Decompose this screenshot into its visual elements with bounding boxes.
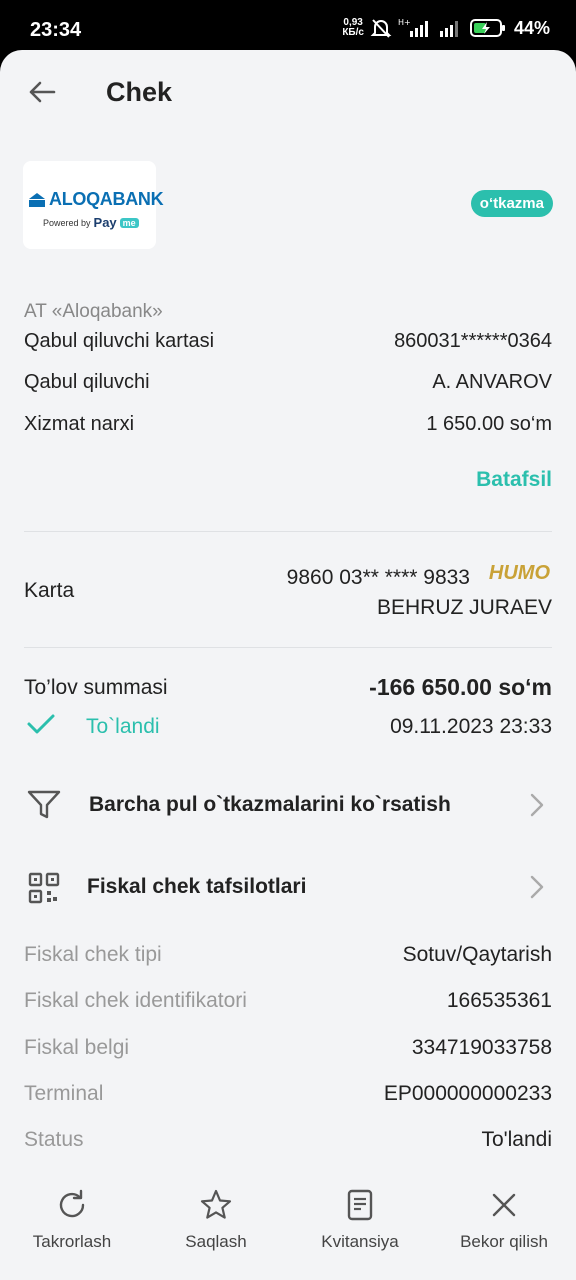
back-button[interactable] (22, 74, 62, 110)
recipient-card-label: Qabul qiluvchi kartasi (24, 330, 215, 352)
recipient-value: A. ANVAROV (432, 371, 552, 393)
chevron-right-icon (530, 793, 544, 817)
fiscal-label: Fiskal belgi (24, 1036, 130, 1059)
receipt-sheet: Chek ALOQABANK Powered by Pay me o‘tkazm… (0, 50, 576, 1280)
filter-icon (27, 790, 61, 819)
humo-logo: HUMO (488, 562, 550, 584)
fiscal-value: Sotuv/Qaytarish (402, 943, 552, 966)
receipt-label: Kvitansiya (321, 1232, 399, 1251)
fiscal-details-button[interactable]: Fiskal chek tafsilotlari (0, 857, 576, 917)
fiscal-details-label: Fiskal chek tafsilotlari (87, 875, 307, 898)
status-time: 23:34 (30, 19, 82, 41)
save-button[interactable]: Saqlash (146, 1180, 286, 1260)
header: Chek (0, 50, 576, 134)
divider (24, 531, 552, 532)
cancel-button[interactable]: Bekor qilish (434, 1180, 574, 1260)
close-icon (492, 1193, 516, 1217)
document-icon (347, 1189, 373, 1221)
card-label: Karta (24, 579, 75, 602)
network-speed: 0,93 КБ/с (342, 18, 364, 38)
star-icon (200, 1189, 232, 1219)
fiscal-label: Fiskal chek identifikatori (24, 989, 247, 1012)
fee-row: Xizmat narxi 1 650.00 so‘m (24, 413, 552, 436)
repeat-label: Takrorlash (32, 1232, 112, 1251)
card-number: 9860 03** **** 9833 (286, 566, 470, 589)
bank-name: AT «Aloqabank» (24, 301, 163, 322)
card-holder: BEHRUZ JURAEV (376, 596, 552, 619)
recipient-label: Qabul qiluvchi (24, 371, 150, 393)
status-bar: 23:34 0,93 КБ/с H+ 44% (0, 0, 576, 52)
fee-label: Xizmat narxi (24, 413, 135, 435)
fiscal-row: Fiskal belgi 334719033758 (24, 1036, 552, 1060)
fiscal-label: Fiskal chek tipi (24, 943, 162, 966)
payme-pay-text: Pay (93, 215, 117, 230)
recipient-card-value: 860031******0364 (394, 330, 552, 352)
fiscal-row: Fiskal chek tipi Sotuv/Qaytarish (24, 943, 552, 967)
fiscal-row: Terminal EP000000000233 (24, 1082, 552, 1106)
powered-by-payme: Powered by Pay me (43, 215, 139, 230)
recipient-card-row: Qabul qiluvchi kartasi 860031******0364 (24, 330, 552, 353)
payme-me-text: me (119, 217, 139, 228)
bank-building-icon (29, 192, 45, 207)
powered-by-text: Powered by (43, 217, 91, 228)
chevron-right-icon (530, 875, 544, 899)
fiscal-label: Status (24, 1128, 84, 1151)
payment-sum-value: -166 650.00 so‘m (369, 674, 552, 700)
check-icon (27, 714, 55, 734)
merchant-logo: ALOQABANK Powered by Pay me (23, 161, 164, 249)
save-label: Saqlash (185, 1232, 247, 1251)
repeat-button[interactable]: Takrorlash (2, 1180, 142, 1260)
battery-level: 44% (513, 17, 550, 38)
fiscal-value: 166535361 (446, 989, 552, 1012)
fiscal-value: To'landi (481, 1128, 552, 1151)
logo-text: ALOQABANK (49, 189, 164, 209)
all-transfers-label: Barcha pul o`tkazmalarini ko`rsatish (89, 793, 451, 816)
payment-status: To`landi (86, 715, 160, 738)
arrow-left-icon (29, 81, 56, 103)
aloqabank-logo: ALOQABANK (28, 189, 164, 210)
status-icons: 0,93 КБ/с H+ 44% (342, 17, 550, 39)
bottom-action-bar: Takrorlash Saqlash Kvitansiya Bekor qili… (0, 1180, 576, 1280)
details-link[interactable]: Batafsil (476, 468, 552, 492)
recipient-row: Qabul qiluvchi A. ANVAROV (24, 371, 552, 394)
fiscal-row: Fiskal chek identifikatori 166535361 (24, 989, 552, 1013)
signal-h-plus-icon: H+ (398, 18, 428, 37)
divider (24, 647, 552, 648)
network-speed-unit: КБ/с (342, 27, 364, 38)
fiscal-label: Terminal (24, 1082, 104, 1105)
payment-sum-label: To’lov summasi (24, 676, 168, 699)
page-title: Chek (106, 77, 173, 107)
fiscal-value: 334719033758 (411, 1036, 552, 1059)
receipt-button[interactable]: Kvitansiya (290, 1180, 430, 1260)
bell-muted-icon (370, 19, 392, 38)
transaction-type-badge: o‘tkazma (470, 190, 553, 217)
battery-charging-icon (469, 19, 505, 37)
fee-value: 1 650.00 so‘m (426, 413, 552, 435)
svg-text:H+: H+ (398, 18, 411, 27)
refresh-icon (59, 1189, 85, 1218)
payment-datetime: 09.11.2023 23:33 (390, 715, 552, 738)
signal-icon (439, 21, 458, 37)
all-transfers-button[interactable]: Barcha pul o`tkazmalarini ko`rsatish (0, 775, 576, 835)
fiscal-row: Status To'landi (24, 1128, 552, 1152)
cancel-label: Bekor qilish (460, 1232, 548, 1251)
qr-code-icon (28, 872, 60, 904)
fiscal-value: EP000000000233 (383, 1082, 552, 1105)
